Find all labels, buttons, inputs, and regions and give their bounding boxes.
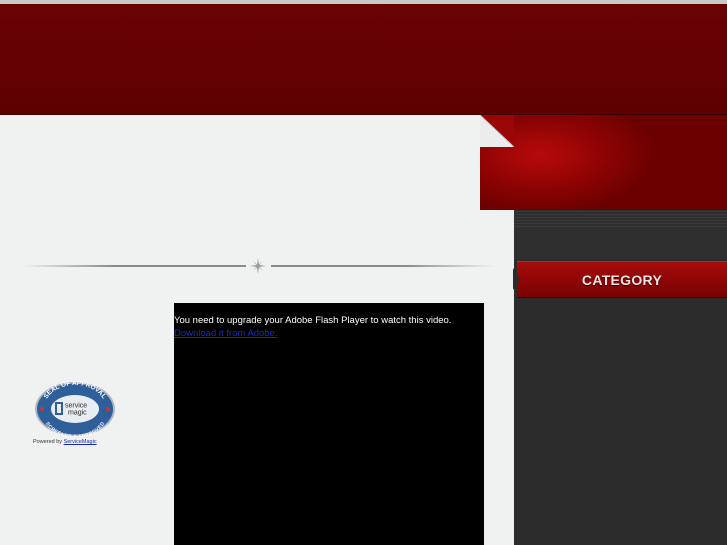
sidebar-top-stripe [514, 210, 727, 227]
powered-by: Powered by ServiceMagic [33, 439, 97, 445]
sidebar-band [514, 227, 727, 260]
header-glow [480, 115, 727, 210]
category-label: CATEGORY [581, 271, 663, 288]
compass-star-icon [250, 258, 266, 274]
seal-brand-line1: service [65, 403, 87, 410]
category-notch [513, 268, 520, 290]
powered-by-prefix: Powered by [33, 439, 63, 445]
site-header [0, 4, 727, 115]
category-heading: CATEGORY [517, 261, 727, 298]
servicemagic-link[interactable]: ServiceMagic [64, 439, 97, 445]
flash-upgrade-message: You need to upgrade your Adobe Flash Pla… [174, 315, 452, 326]
seal-brand-line2: magic [68, 410, 87, 417]
page-curl-corner [480, 115, 514, 147]
divider-line-left [24, 265, 246, 267]
service-magic-seal-icon[interactable]: SEAL OF APPROVAL SCREENED & APPROVED ser… [34, 381, 116, 437]
download-flash-link[interactable]: Download it from Adobe. [174, 328, 278, 339]
divider-line-right [271, 265, 494, 267]
video-player[interactable] [174, 303, 484, 545]
section-divider [24, 258, 494, 274]
